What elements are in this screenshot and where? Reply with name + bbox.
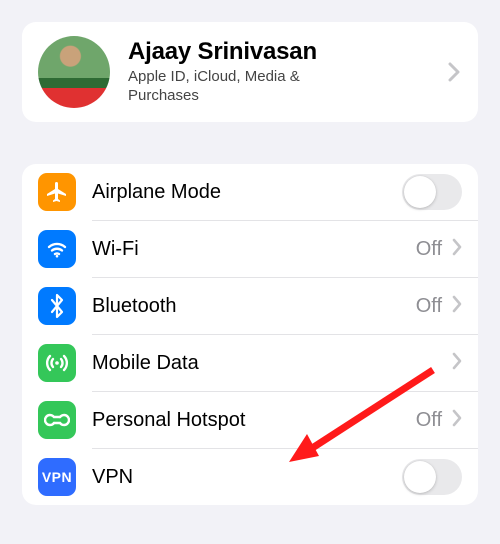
profile-subtitle: Apple ID, iCloud, Media & Purchases: [128, 68, 358, 106]
mobile-data-label: Mobile Data: [76, 352, 444, 375]
airplane-icon: [38, 173, 76, 211]
profile-text: Ajaay Srinivasan Apple ID, iCloud, Media…: [110, 38, 462, 106]
bluetooth-label: Bluetooth: [76, 295, 416, 318]
vpn-toggle[interactable]: [402, 459, 462, 495]
airplane-label: Airplane Mode: [76, 181, 402, 204]
vpn-badge-text: VPN: [42, 469, 72, 485]
apple-id-row[interactable]: Ajaay Srinivasan Apple ID, iCloud, Media…: [22, 22, 478, 122]
avatar: [38, 36, 110, 108]
row-airplane-mode[interactable]: Airplane Mode: [22, 164, 478, 220]
airplane-toggle[interactable]: [402, 174, 462, 210]
hotspot-value: Off: [416, 409, 444, 432]
row-vpn[interactable]: VPN VPN: [22, 449, 478, 505]
row-mobile-data[interactable]: Mobile Data: [22, 335, 478, 391]
bluetooth-value: Off: [416, 295, 444, 318]
vpn-icon: VPN: [38, 458, 76, 496]
row-personal-hotspot[interactable]: Personal Hotspot Off: [22, 392, 478, 448]
wifi-label: Wi-Fi: [76, 238, 416, 261]
antenna-icon: [38, 344, 76, 382]
chevron-right-icon: [448, 62, 460, 82]
chevron-right-icon: [452, 295, 462, 318]
settings-group: Airplane Mode Wi-Fi Off Bluetooth Off Mo…: [22, 164, 478, 505]
hotspot-icon: [38, 401, 76, 439]
profile-name: Ajaay Srinivasan: [128, 38, 438, 66]
vpn-label: VPN: [76, 466, 402, 489]
chevron-right-icon: [452, 409, 462, 432]
chevron-right-icon: [452, 238, 462, 261]
bluetooth-icon: [38, 287, 76, 325]
row-bluetooth[interactable]: Bluetooth Off: [22, 278, 478, 334]
wifi-value: Off: [416, 238, 444, 261]
hotspot-label: Personal Hotspot: [76, 409, 416, 432]
row-wifi[interactable]: Wi-Fi Off: [22, 221, 478, 277]
chevron-right-icon: [452, 352, 462, 375]
wifi-icon: [38, 230, 76, 268]
